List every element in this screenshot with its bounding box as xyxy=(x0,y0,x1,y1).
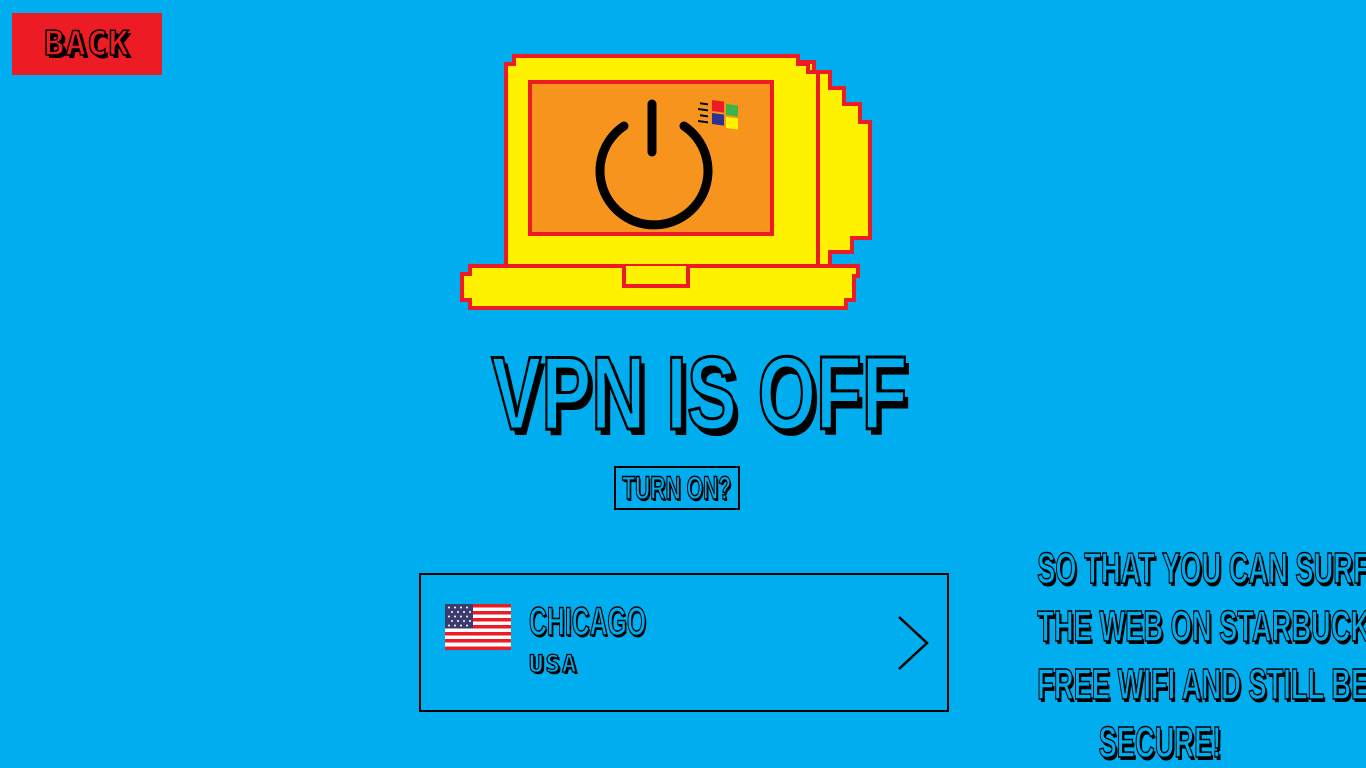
turn-on-label: TURN ON? xyxy=(622,469,732,507)
location-city: CHICAGO xyxy=(529,599,647,645)
tagline-line: FREE WIFI AND STILL BE xyxy=(1037,659,1366,710)
back-button[interactable]: BACK xyxy=(12,13,162,75)
tagline-line: SECURE! xyxy=(1098,717,1222,768)
laptop-icon[interactable] xyxy=(458,52,874,314)
us-flag-icon xyxy=(445,604,511,650)
back-button-label: BACK xyxy=(43,23,130,65)
tagline: SO THAT YOU CAN SURF THE WEB ON STARBUCK… xyxy=(962,540,1366,768)
tagline-line: SO THAT YOU CAN SURF xyxy=(1037,543,1366,594)
vpn-status-title: VPN IS OFF xyxy=(490,335,908,454)
location-country: USA xyxy=(528,649,579,678)
turn-on-button[interactable]: TURN ON? xyxy=(614,466,740,510)
chevron-right-icon[interactable] xyxy=(893,613,933,673)
tagline-line: THE WEB ON STARBUCKS' xyxy=(1037,601,1366,652)
location-selector[interactable]: CHICAGO USA xyxy=(419,573,949,712)
vpn-screen: BACK VPN IS OFF TURN ON? CHICAGO USA SO … xyxy=(0,0,1366,768)
